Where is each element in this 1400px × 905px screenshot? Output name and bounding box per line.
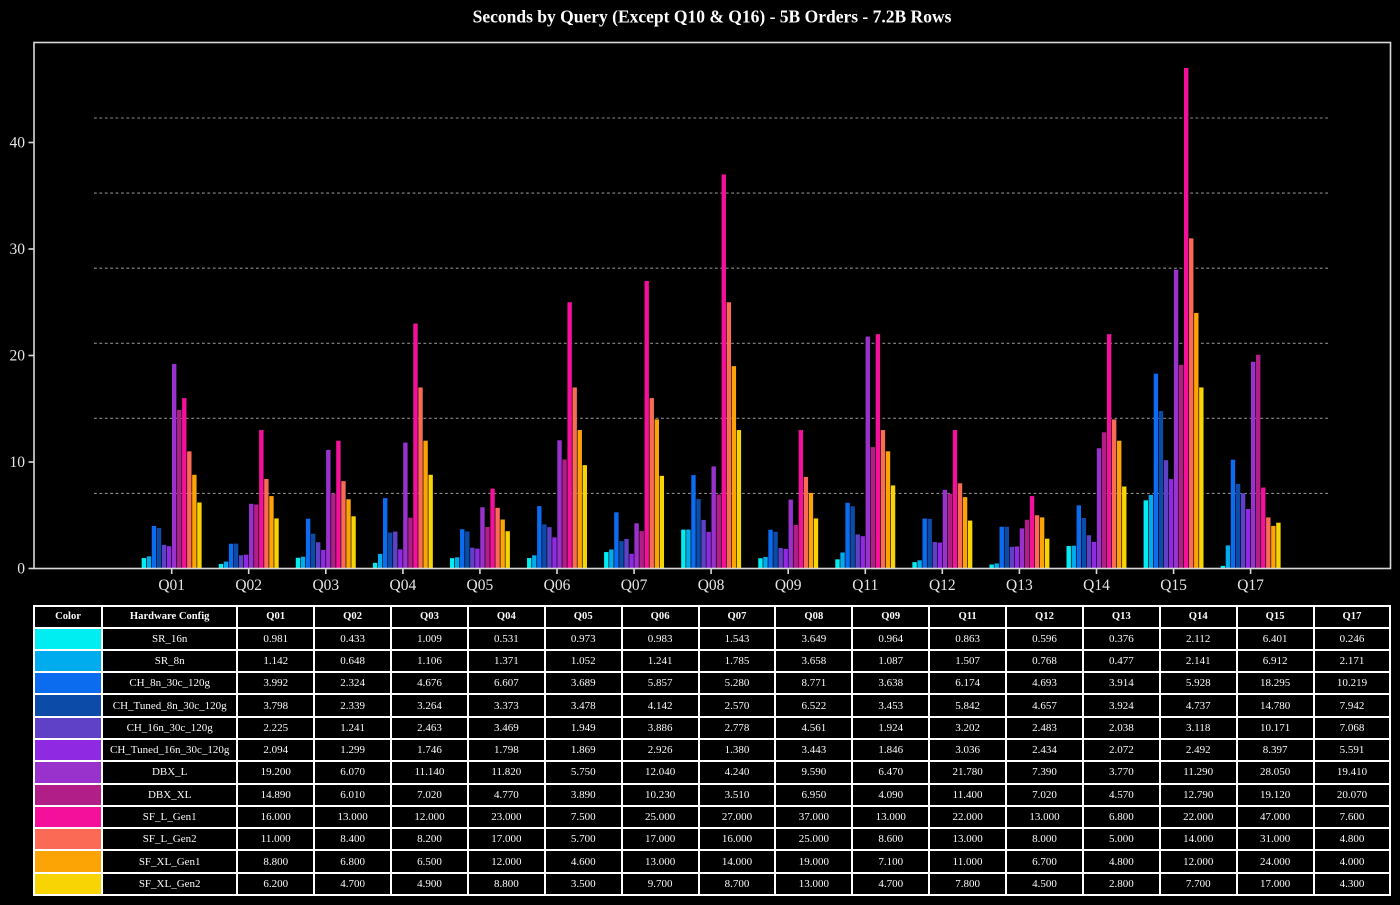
svg-text:Q09: Q09: [775, 577, 802, 594]
svg-text:40: 40: [10, 135, 26, 152]
svg-text:30: 30: [10, 241, 26, 258]
svg-text:Q08: Q08: [698, 577, 725, 594]
svg-text:Seconds by Query (Except Q10 &: Seconds by Query (Except Q10 & Q16) - 5B…: [473, 7, 952, 27]
svg-text:Q05: Q05: [467, 577, 494, 594]
svg-text:Q04: Q04: [390, 577, 417, 594]
svg-text:Q06: Q06: [544, 577, 571, 594]
svg-text:Q15: Q15: [1160, 577, 1187, 594]
svg-text:Q11: Q11: [852, 577, 878, 594]
svg-text:Q13: Q13: [1006, 577, 1033, 594]
svg-text:Q17: Q17: [1237, 577, 1264, 594]
svg-text:10: 10: [10, 454, 26, 471]
svg-text:Q02: Q02: [235, 577, 262, 594]
svg-text:Q14: Q14: [1083, 577, 1110, 594]
svg-text:Q07: Q07: [621, 577, 648, 594]
svg-text:20: 20: [10, 348, 26, 365]
svg-text:0: 0: [17, 561, 25, 578]
svg-text:Q01: Q01: [158, 577, 185, 594]
svg-text:Q12: Q12: [929, 577, 956, 594]
svg-text:Q03: Q03: [312, 577, 339, 594]
